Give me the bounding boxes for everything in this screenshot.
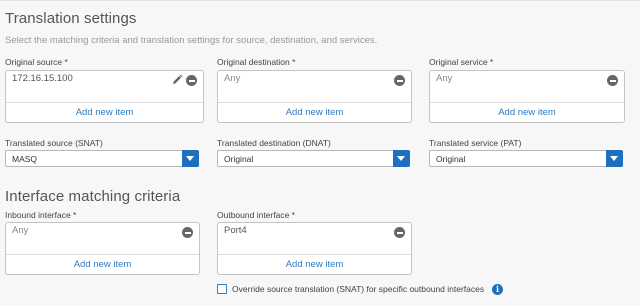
remove-destination-icon[interactable] — [394, 75, 405, 86]
outbound-interface-value: Port4 — [224, 225, 247, 236]
translated-service-label: Translated service (PAT) — [429, 138, 522, 148]
original-service-label: Original service * — [429, 57, 494, 67]
original-destination-label: Original destination * — [217, 57, 296, 67]
translated-destination-select[interactable]: Original — [217, 150, 410, 167]
inbound-interface-value: Any — [12, 225, 29, 236]
add-inbound-item-link[interactable]: Add new item — [6, 255, 199, 275]
outbound-interface-label: Outbound interface * — [217, 210, 295, 220]
inbound-interface-list: Any Add new item — [5, 222, 200, 275]
add-outbound-item-link[interactable]: Add new item — [218, 255, 411, 275]
translated-destination-label: Translated destination (DNAT) — [217, 138, 331, 148]
remove-inbound-icon[interactable] — [182, 227, 193, 238]
original-destination-value: Any — [224, 73, 241, 84]
translation-settings-subtitle: Select the matching criteria and transla… — [5, 35, 378, 46]
pencil-icon[interactable] — [171, 74, 183, 86]
info-icon[interactable]: i — [492, 284, 503, 295]
original-service-value: Any — [436, 73, 453, 84]
translated-source-label: Translated source (SNAT) — [5, 138, 103, 148]
add-service-item-link[interactable]: Add new item — [430, 103, 624, 123]
original-source-value: 172.16.15.100 — [12, 73, 73, 84]
translated-source-value: MASQ — [12, 154, 38, 164]
interface-matching-title: Interface matching criteria — [5, 188, 181, 205]
override-snat-checkbox[interactable] — [217, 284, 227, 294]
chevron-down-icon[interactable] — [606, 150, 623, 167]
original-source-list: 172.16.15.100 Add new item — [5, 70, 204, 123]
translated-destination-value: Original — [224, 154, 254, 164]
translated-service-value: Original — [436, 154, 466, 164]
translation-settings-title: Translation settings — [5, 10, 137, 27]
translated-source-select[interactable]: MASQ — [5, 150, 199, 167]
translated-service-select[interactable]: Original — [429, 150, 623, 167]
add-source-item-link[interactable]: Add new item — [6, 103, 203, 123]
top-divider — [0, 0, 640, 1]
remove-service-icon[interactable] — [607, 75, 618, 86]
chevron-down-icon[interactable] — [393, 150, 410, 167]
remove-outbound-icon[interactable] — [394, 227, 405, 238]
outbound-interface-list: Port4 Add new item — [217, 222, 412, 275]
add-destination-item-link[interactable]: Add new item — [218, 103, 411, 123]
original-source-label: Original source * — [5, 57, 68, 67]
inbound-interface-label: Inbound interface * — [5, 210, 77, 220]
original-service-list: Any Add new item — [429, 70, 625, 123]
original-destination-list: Any Add new item — [217, 70, 412, 123]
chevron-down-icon[interactable] — [182, 150, 199, 167]
override-snat-label: Override source translation (SNAT) for s… — [232, 284, 485, 294]
remove-source-icon[interactable] — [186, 75, 197, 86]
